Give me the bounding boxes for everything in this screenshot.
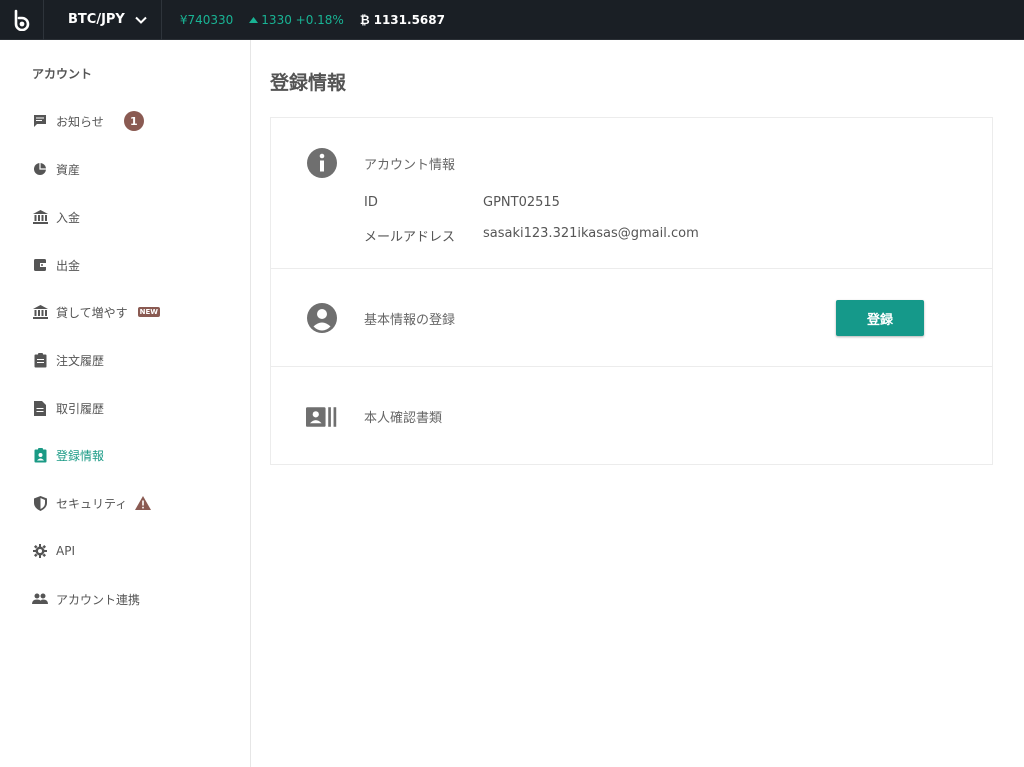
notification-badge: 1: [123, 111, 144, 131]
clipboard-icon: [32, 352, 48, 368]
account-info-section: アカウント情報 ID GPNT02515 メールアドレス sasaki123.3…: [271, 118, 992, 269]
sidebar-item-registration[interactable]: 登録情報: [32, 444, 104, 466]
sidebar-item-assets[interactable]: 資産: [32, 158, 80, 180]
sidebar-item-label: 登録情報: [56, 448, 105, 463]
sidebar-item-label: 注文履歴: [56, 353, 105, 368]
sidebar-item-notifications[interactable]: お知らせ 1: [32, 110, 144, 132]
email-label: メールアドレス: [364, 230, 456, 245]
logo-icon: [14, 9, 29, 31]
email-value: sasaki123.321ikasas@gmail.com: [483, 226, 699, 241]
sidebar-item-trade-history[interactable]: 取引履歴: [32, 397, 104, 419]
price-change: 1330 +0.18%: [249, 13, 344, 27]
volume: ₿ 1131.5687: [360, 13, 445, 27]
chevron-down-icon: [135, 16, 147, 24]
identity-docs-section: 本人確認書類: [271, 367, 992, 464]
account-circle-icon: [306, 302, 338, 334]
register-button[interactable]: 登録: [836, 300, 924, 336]
volume-value: 1131.5687: [373, 12, 445, 27]
basic-info-section: 基本情報の登録 登録: [271, 269, 992, 367]
id-card-icon: [306, 401, 338, 433]
id-value: GPNT02515: [483, 195, 560, 210]
sidebar-item-label: API: [56, 544, 75, 558]
bank-icon: [32, 304, 48, 320]
message-icon: [32, 113, 48, 129]
top-bar: BTC/JPY ¥740330 1330 +0.18% ₿ 1131.5687: [0, 0, 1024, 40]
change-text: 1330 +0.18%: [261, 12, 344, 27]
sidebar-item-label: 貸して増やす: [56, 305, 128, 320]
pie-chart-icon: [32, 161, 48, 177]
sidebar-item-label: お知らせ: [56, 114, 104, 129]
wallet-icon: [32, 257, 48, 273]
sidebar-item-label: 資産: [56, 162, 81, 177]
caret-up-icon: [249, 16, 259, 23]
bitcoin-icon: ₿: [359, 12, 370, 27]
account-info-title: アカウント情報: [364, 158, 456, 173]
sidebar-item-label: 取引履歴: [56, 401, 105, 416]
basic-info-title: 基本情報の登録: [364, 313, 456, 328]
sidebar-item-label: アカウント連携: [56, 592, 141, 607]
sidebar-item-lending[interactable]: 貸して増やす NEW: [32, 301, 161, 323]
id-label: ID: [364, 195, 378, 210]
shield-icon: [32, 495, 48, 511]
sidebar-item-account-link[interactable]: アカウント連携: [32, 588, 140, 610]
gear-icon: [32, 543, 48, 559]
ticker: ¥740330 1330 +0.18% ₿ 1131.5687: [180, 13, 445, 27]
identity-docs-title: 本人確認書類: [364, 411, 443, 426]
info-icon: [306, 147, 338, 179]
sidebar: アカウント お知らせ 1 資産 入金 出金 貸して増やす NEW 注文履歴 取引…: [0, 40, 251, 767]
sidebar-item-api[interactable]: API: [32, 540, 75, 562]
new-badge: NEW: [137, 307, 161, 317]
account-box-icon: [32, 447, 48, 463]
sidebar-item-label: 出金: [56, 258, 81, 273]
pair-label: BTC/JPY: [68, 12, 125, 27]
sidebar-item-label: セキュリティ: [56, 496, 128, 511]
logo[interactable]: [0, 0, 44, 40]
sidebar-item-order-history[interactable]: 注文履歴: [32, 349, 104, 371]
sidebar-item-security[interactable]: セキュリティ: [32, 492, 152, 514]
registration-card: アカウント情報 ID GPNT02515 メールアドレス sasaki123.3…: [270, 117, 993, 465]
sidebar-item-deposit[interactable]: 入金: [32, 206, 80, 228]
sidebar-heading: アカウント: [32, 67, 93, 81]
sidebar-item-label: 入金: [56, 210, 81, 225]
people-icon: [32, 591, 48, 607]
warning-icon: [135, 496, 152, 510]
sidebar-item-withdraw[interactable]: 出金: [32, 254, 80, 276]
bank-icon: [32, 209, 48, 225]
pair-selector[interactable]: BTC/JPY: [44, 0, 162, 40]
document-icon: [32, 400, 48, 416]
page-title: 登録情報: [270, 72, 347, 94]
price-value: ¥740330: [179, 12, 234, 27]
